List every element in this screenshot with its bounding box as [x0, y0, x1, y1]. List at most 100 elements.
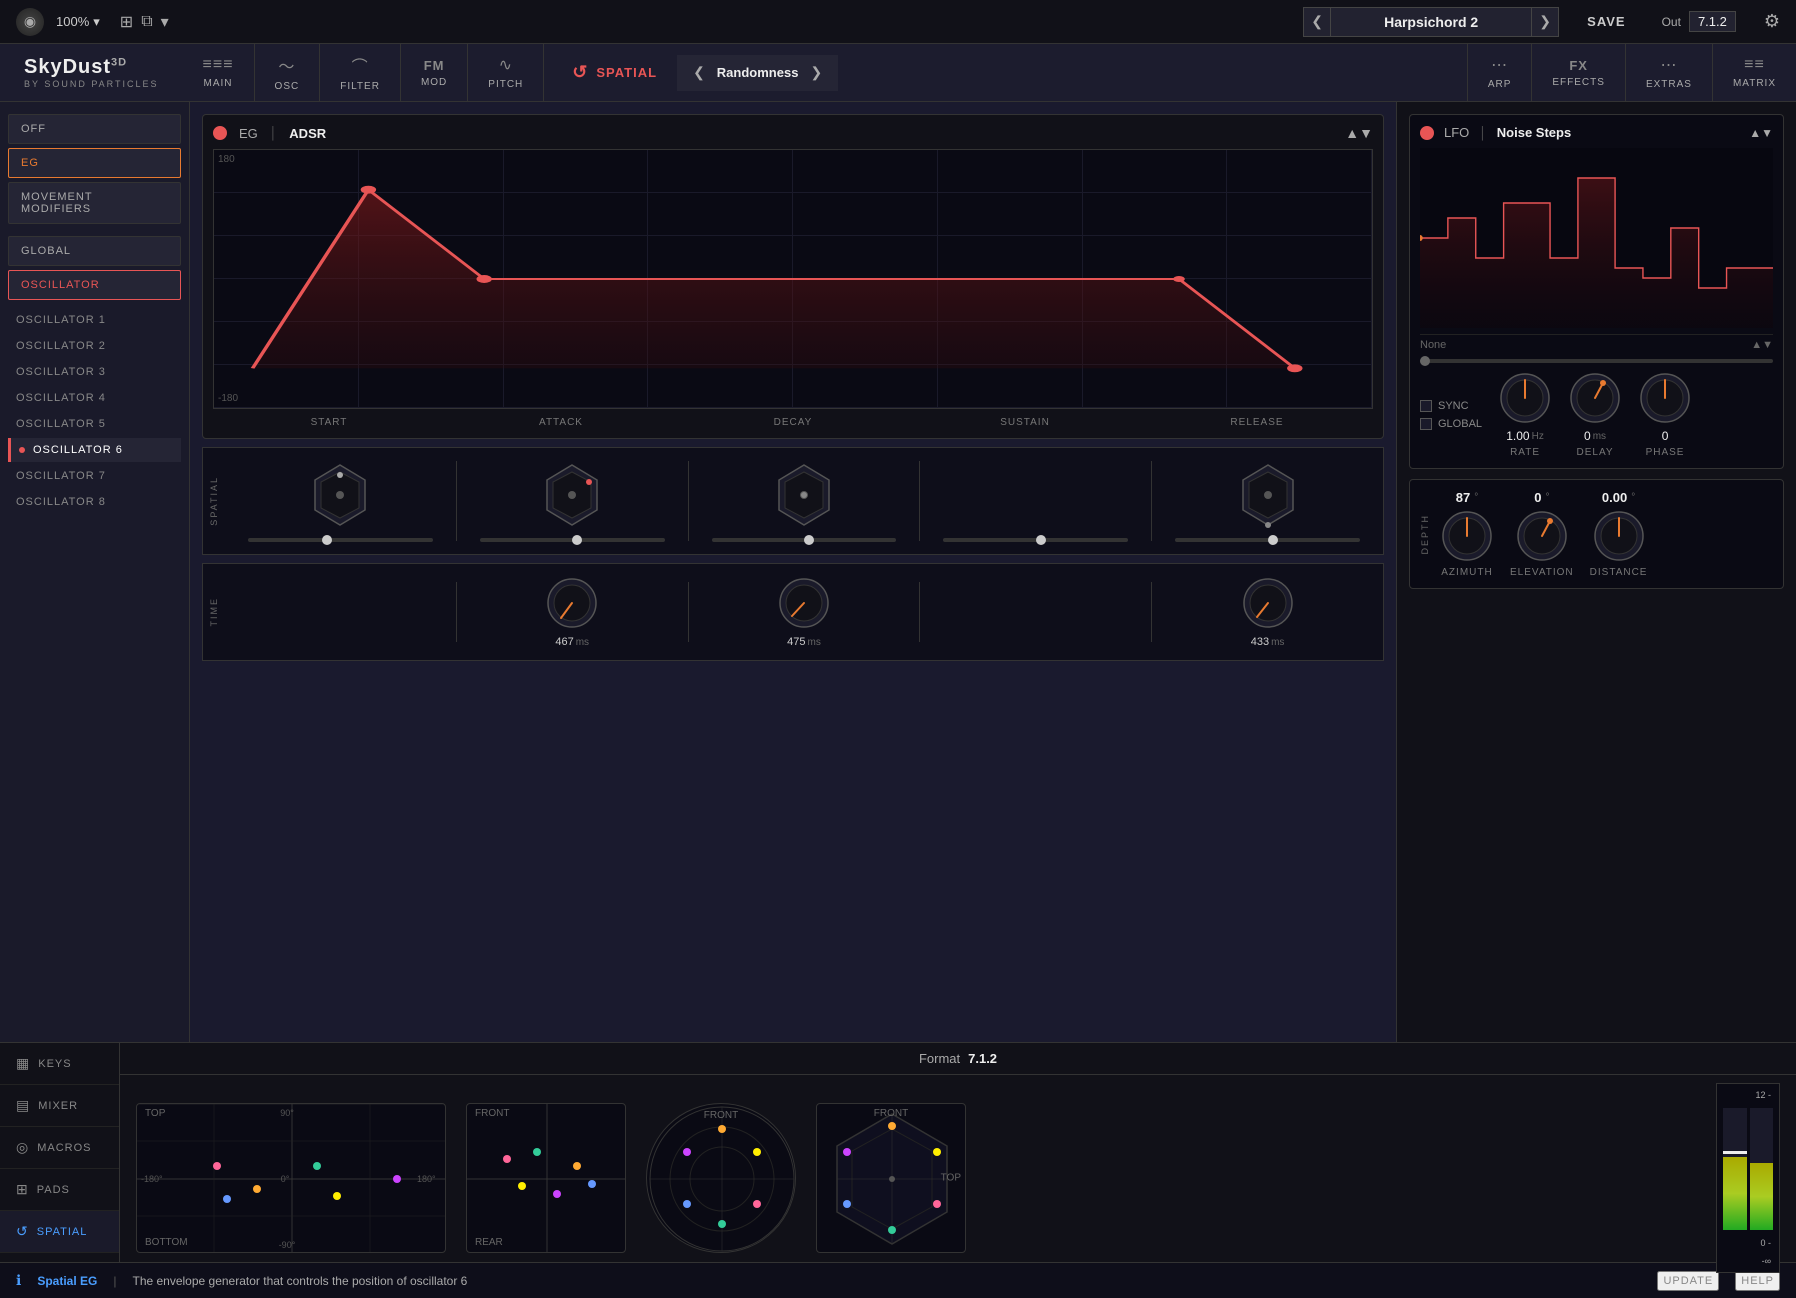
bottom-tab-mixer[interactable]: ▤ MIXER [0, 1085, 119, 1127]
grid-icon[interactable]: ⊞ [120, 12, 133, 32]
lfo-phase-knob[interactable] [1638, 371, 1692, 425]
update-button[interactable]: UPDATE [1657, 1271, 1719, 1291]
sidebar: OFF EG MOVEMENT MODIFIERS GLOBAL OSCILLA… [0, 102, 190, 1042]
global-checkbox[interactable] [1420, 418, 1432, 430]
elevation-knob[interactable] [1515, 509, 1569, 563]
spatial-prev-button[interactable]: ❮ [693, 64, 705, 81]
eg-type: ADSR [289, 126, 326, 141]
sidebar-global-button[interactable]: GLOBAL [8, 236, 181, 266]
chevron-down-icon[interactable]: ▾ [161, 12, 169, 32]
preset-next-button[interactable]: ❯ [1531, 7, 1559, 37]
tab-matrix[interactable]: ≡≡ MATRIX [1712, 44, 1796, 101]
eg-param-attack: ATTACK [445, 417, 677, 428]
tab-osc-label: OSC [275, 81, 300, 92]
expand-icon[interactable]: ⧉ [141, 13, 152, 31]
lfo-section: LFO │ Noise Steps ▲▼ [1409, 114, 1784, 469]
lfo-amount-slider[interactable] [1420, 359, 1773, 363]
tab-main[interactable]: ≡≡≡ MAIN [183, 44, 255, 101]
level-meter[interactable]: 12 - 0 [1716, 1083, 1780, 1273]
osc-item-7[interactable]: OSCILLATOR 7 [8, 464, 181, 488]
spatial-slider-attack[interactable] [480, 538, 665, 542]
time-knob-attack-control[interactable] [545, 576, 599, 630]
hex-knob-attack[interactable] [537, 460, 607, 530]
status-description: The envelope generator that controls the… [132, 1274, 467, 1288]
pads-label: PADS [37, 1184, 70, 1196]
azimuth-unit: ° [1474, 492, 1478, 503]
bottom-tab-spatial[interactable]: ↺ SPATIAL [0, 1211, 119, 1253]
display-front-rear[interactable]: FRONT REAR [466, 1103, 626, 1253]
rear-label: REAR [475, 1237, 503, 1248]
delay-unit: ms [1593, 431, 1606, 442]
time-knob-decay-control[interactable] [777, 576, 831, 630]
sidebar-movement-button[interactable]: MOVEMENT MODIFIERS [8, 182, 181, 224]
eg-decay-label: DECAY [774, 417, 813, 428]
help-button[interactable]: HELP [1735, 1271, 1780, 1291]
tab-osc[interactable]: 〜 OSC [255, 44, 321, 101]
tab-arp-label: ARP [1488, 79, 1512, 90]
tab-effects[interactable]: FX EFFECTS [1531, 44, 1625, 101]
sidebar-off-button[interactable]: OFF [8, 114, 181, 144]
azimuth-knob[interactable] [1440, 509, 1494, 563]
out-value[interactable]: 7.1.2 [1689, 11, 1736, 32]
tab-pitch[interactable]: ∿ PITCH [468, 44, 544, 101]
hex-knob-start[interactable] [305, 460, 375, 530]
eg-type-dropdown[interactable]: ▲▼ [1345, 125, 1373, 141]
matrix-icon: ≡≡ [1744, 56, 1765, 74]
extras-icon: ⋯ [1660, 55, 1677, 75]
spatial-next-button[interactable]: ❯ [810, 64, 822, 81]
sidebar-eg-button[interactable]: EG [8, 148, 181, 178]
distance-knob[interactable] [1592, 509, 1646, 563]
time-knob-release-control[interactable] [1241, 576, 1295, 630]
sync-checkbox[interactable] [1420, 400, 1432, 412]
hex-knob-decay[interactable] [769, 460, 839, 530]
osc-item-2[interactable]: OSCILLATOR 2 [8, 334, 181, 358]
display-circle-1[interactable]: FRONT [646, 1103, 796, 1253]
format-bar: Format 7.1.2 [120, 1043, 1796, 1075]
brand-name: SkyDust3D [24, 56, 159, 79]
bottom-tab-pads[interactable]: ⊞ PADS [0, 1169, 119, 1211]
osc-item-5[interactable]: OSCILLATOR 5 [8, 412, 181, 436]
display-hex[interactable]: FRONT TOP [816, 1103, 966, 1253]
osc-item-1[interactable]: OSCILLATOR 1 [8, 308, 181, 332]
settings-icon[interactable]: ⚙ [1764, 11, 1780, 32]
sidebar-oscillator-button[interactable]: OSCILLATOR [8, 270, 181, 300]
tab-extras[interactable]: ⋯ EXTRAS [1625, 44, 1712, 101]
bottom-tab-keys[interactable]: ▦ KEYS [0, 1043, 119, 1085]
eg-chart[interactable]: 180 -180 [213, 149, 1373, 409]
osc-item-8[interactable]: OSCILLATOR 8 [8, 490, 181, 514]
osc-item-6[interactable]: OSCILLATOR 6 [8, 438, 181, 462]
preset-prev-button[interactable]: ❮ [1303, 7, 1331, 37]
lfo-sync-check[interactable]: SYNC [1420, 400, 1482, 412]
depth-section: DEPTH 87 ° [1409, 479, 1784, 589]
phase-label: PHASE [1646, 447, 1685, 458]
lfo-type-dropdown[interactable]: ▲▼ [1749, 126, 1773, 140]
macros-label: MACROS [37, 1142, 91, 1154]
tab-filter[interactable]: ⌒ FILTER [320, 44, 401, 101]
osc-item-4[interactable]: OSCILLATOR 4 [8, 386, 181, 410]
meter-neg-inf-label: -∞ [1762, 1256, 1771, 1266]
spatial-slider-decay[interactable] [712, 538, 897, 542]
lfo-rate-knob[interactable] [1498, 371, 1552, 425]
main-icon: ≡≡≡ [203, 56, 234, 74]
spatial-label[interactable]: ↺ SPATIAL [552, 44, 677, 101]
tab-mod[interactable]: FM MOD [401, 44, 468, 101]
lfo-global-check[interactable]: GLOBAL [1420, 418, 1482, 430]
circle1-front-label: FRONT [704, 1110, 738, 1121]
save-button[interactable]: SAVE [1587, 14, 1625, 29]
lfo-delay-knob[interactable] [1568, 371, 1622, 425]
eg-power-button[interactable] [213, 126, 227, 140]
top-bar: ◉ 100% ▾ ⊞ ⧉ ▾ ❮ Harpsichord 2 ❯ SAVE Ou… [0, 0, 1796, 44]
hex-knob-release[interactable] [1233, 460, 1303, 530]
meter-fader[interactable] [1723, 1151, 1747, 1154]
osc-item-3[interactable]: OSCILLATOR 3 [8, 360, 181, 384]
lfo-chart[interactable] [1420, 148, 1773, 328]
spatial-slider-start[interactable] [248, 538, 433, 542]
lfo-power-button[interactable] [1420, 126, 1434, 140]
spatial-label-text: SPATIAL [596, 65, 657, 80]
rate-unit: Hz [1532, 431, 1544, 442]
tab-arp[interactable]: ⋯ ARP [1467, 44, 1532, 101]
spatial-slider-sustain[interactable] [943, 538, 1128, 542]
display-top-bottom[interactable]: 90° -90° -180° 180° 0° TOP BOT [136, 1103, 446, 1253]
spatial-slider-release[interactable] [1175, 538, 1360, 542]
bottom-tab-macros[interactable]: ◎ MACROS [0, 1127, 119, 1169]
